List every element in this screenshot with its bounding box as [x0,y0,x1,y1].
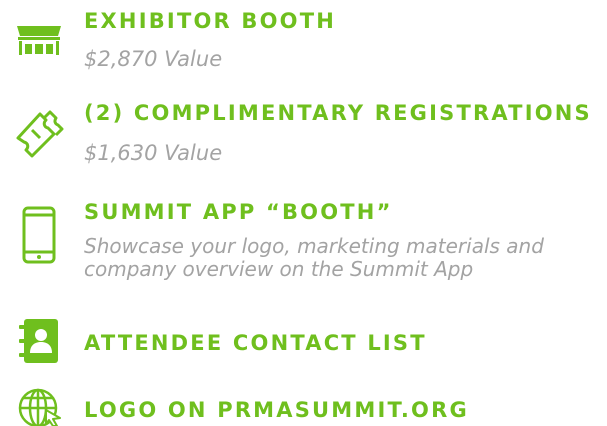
benefit-title: SUMMIT APP “BOOTH” [84,200,393,224]
benefit-title: (2) COMPLIMENTARY REGISTRATIONS [84,101,592,125]
benefit-title: EXHIBITOR BOOTH [84,9,337,33]
benefit-description-line2: company overview on the Summit App [84,257,474,281]
globe-icon [18,388,61,426]
booth-icon [17,26,61,55]
tickets-icon [16,110,64,158]
benefit-description-line1: Showcase your logo, marketing materials … [84,234,544,258]
smartphone-icon [22,206,56,264]
contact-book-icon [19,319,58,363]
benefit-value: $1,630 Value [84,141,223,165]
benefit-value: $2,870 Value [84,47,223,71]
benefit-title: LOGO ON PRMASUMMIT.ORG [84,398,469,422]
benefit-title: ATTENDEE CONTACT LIST [84,331,427,355]
